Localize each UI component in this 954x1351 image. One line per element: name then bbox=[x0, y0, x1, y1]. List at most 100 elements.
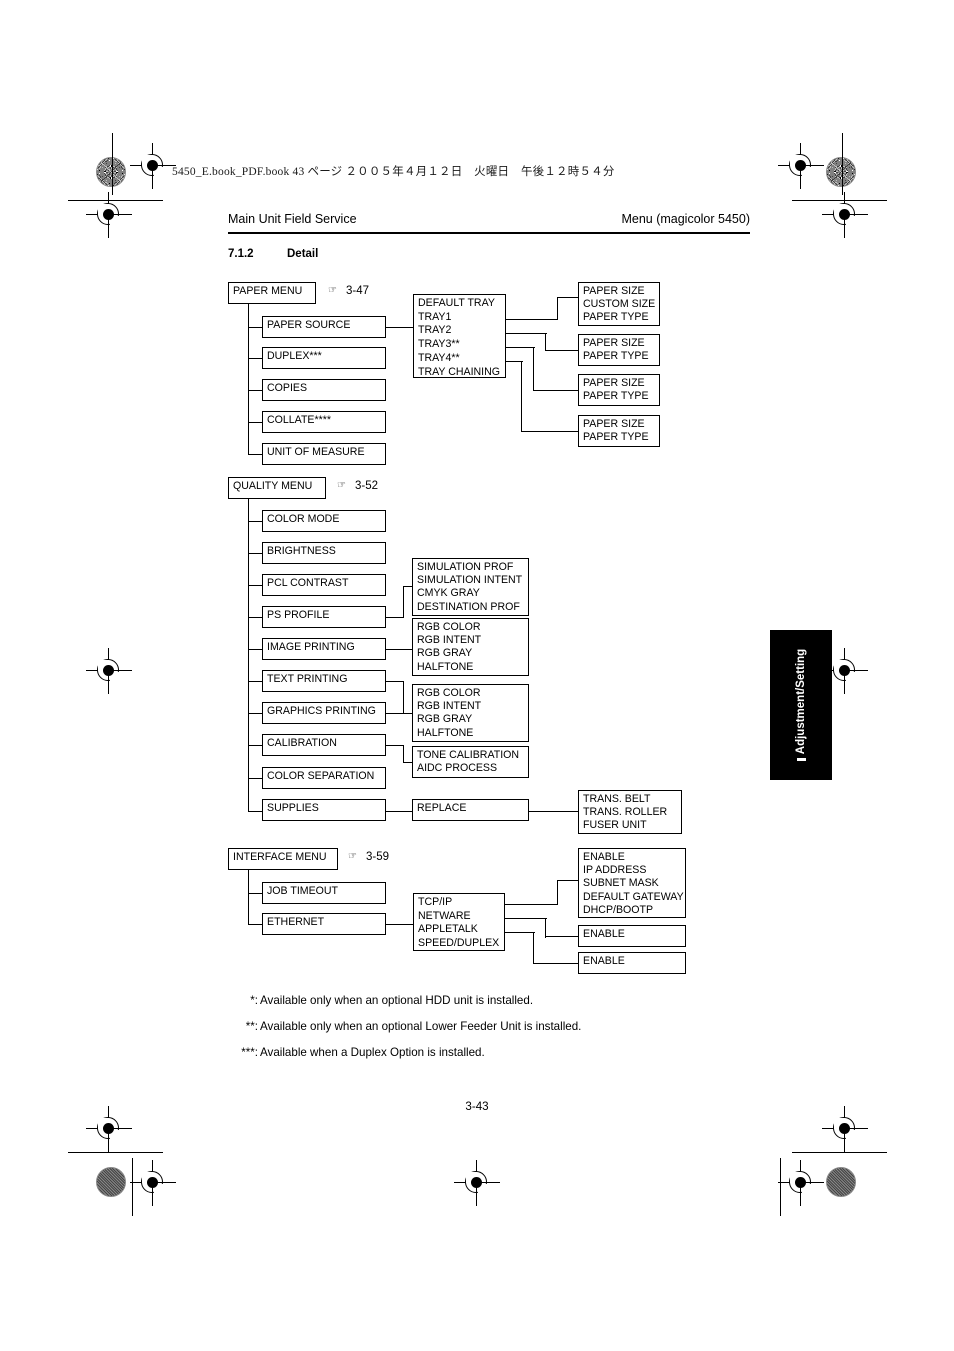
node-paper-menu: PAPER MENU bbox=[228, 282, 316, 304]
footnote-text: Available only when an optional Lower Fe… bbox=[260, 1019, 582, 1033]
node-text-graphics-detail: RGB COLOR RGB INTENT RGB GRAY HALFTONE bbox=[412, 684, 529, 742]
node-color-mode: COLOR MODE bbox=[262, 510, 386, 532]
quality-stub-3 bbox=[248, 617, 263, 619]
graphics-printing-route-h bbox=[386, 713, 404, 715]
node-calibration: CALIBRATION bbox=[262, 734, 386, 756]
node-pcl-contrast: PCL CONTRAST bbox=[262, 574, 386, 596]
pointing-hand-icon: ☞ bbox=[337, 480, 346, 491]
quality-stub-4 bbox=[248, 649, 263, 651]
print-file-stamp: 5450_E.book_PDF.book 43 ページ ２００５年４月１２日 火… bbox=[172, 166, 615, 178]
footnote-marker: ***: bbox=[241, 1045, 258, 1059]
node-supplies: SUPPLIES bbox=[262, 799, 386, 821]
footnote-row: *: Available only when an optional HDD un… bbox=[228, 988, 748, 1014]
footnote-marker: **: bbox=[245, 1019, 258, 1033]
side-thumb-tab-label: Adjustment/Setting bbox=[795, 648, 807, 755]
node-text-printing: TEXT PRINTING bbox=[262, 670, 386, 692]
quality-stub-0 bbox=[248, 521, 263, 523]
tcpip-route-h2 bbox=[557, 880, 579, 882]
node-ethernet: ETHERNET bbox=[262, 913, 386, 935]
node-color-separation: COLOR SEPARATION bbox=[262, 767, 386, 789]
paper-stub-1 bbox=[248, 358, 263, 360]
interface-menu-page-number: 3-59 bbox=[365, 851, 389, 863]
node-quality-menu: QUALITY MENU bbox=[228, 477, 326, 499]
quality-stub-9 bbox=[248, 811, 263, 813]
node-collate: COLLATE**** bbox=[262, 411, 386, 433]
paper-stub-3 bbox=[248, 422, 263, 424]
header-right-title: Menu (magicolor 5450) bbox=[621, 212, 750, 226]
text-printing-route-h bbox=[386, 681, 404, 683]
paper-menu-page-number: 3-47 bbox=[345, 285, 369, 297]
node-duplex: DUPLEX*** bbox=[262, 347, 386, 369]
node-copies: COPIES bbox=[262, 379, 386, 401]
header-left-title: Main Unit Field Service bbox=[228, 212, 357, 226]
node-tray1-detail: PAPER SIZE CUSTOM SIZE PAPER TYPE bbox=[578, 282, 660, 326]
quality-stub-7 bbox=[248, 745, 263, 747]
quality-stub-2 bbox=[248, 585, 263, 587]
calibration-route-h1 bbox=[386, 745, 404, 747]
tab-bullet-icon bbox=[796, 758, 806, 762]
quality-stub-5 bbox=[248, 681, 263, 683]
node-ethernet-protocol-group: TCP/IP NETWARE APPLETALK SPEED/DUPLEX bbox=[413, 893, 505, 951]
node-netware-detail: ENABLE bbox=[578, 925, 686, 947]
appletalk-route-v bbox=[533, 932, 535, 964]
footnote-marker: *: bbox=[250, 994, 258, 1007]
ethernet-to-group bbox=[386, 924, 414, 926]
footnote-row: **: Available only when an optional Lower… bbox=[228, 1014, 748, 1040]
node-ps-profile: PS PROFILE bbox=[262, 606, 386, 628]
header-rule bbox=[228, 232, 750, 235]
document-page: 5450_E.book_PDF.book 43 ページ ２００５年４月１２日 火… bbox=[0, 0, 954, 1351]
node-graphics-printing: GRAPHICS PRINTING bbox=[262, 702, 386, 724]
appletalk-route-h2 bbox=[533, 963, 579, 965]
interface-trunk bbox=[248, 870, 250, 925]
quality-stub-8 bbox=[248, 778, 263, 780]
side-thumb-tab: Adjustment/Setting bbox=[770, 630, 832, 780]
node-tcpip-detail: ENABLE IP ADDRESS SUBNET MASK DEFAULT GA… bbox=[578, 848, 686, 918]
page-folio: 3-43 bbox=[465, 1100, 489, 1113]
node-tray3-detail: PAPER SIZE PAPER TYPE bbox=[578, 374, 660, 406]
footnote-row: ***: Available when a Duplex Option is in… bbox=[228, 1040, 748, 1066]
tray2-route-v bbox=[545, 333, 547, 351]
node-brightness: BRIGHTNESS bbox=[262, 542, 386, 564]
calibration-route-v bbox=[403, 745, 405, 763]
tcpip-route-v bbox=[557, 880, 559, 905]
footnote-text: Available when a Duplex Option is instal… bbox=[260, 1045, 485, 1059]
netware-route-h2 bbox=[545, 936, 579, 938]
paper-source-to-tray-group bbox=[386, 327, 414, 329]
page-header: Main Unit Field Service Menu (magicolor … bbox=[228, 212, 750, 226]
node-interface-menu: INTERFACE MENU bbox=[228, 848, 338, 870]
ps-profile-route-v bbox=[403, 586, 405, 618]
tray1-route-v bbox=[557, 297, 559, 320]
tray4-route-v bbox=[521, 361, 523, 432]
node-appletalk-detail: ENABLE bbox=[578, 952, 686, 974]
footnotes: *: Available only when an optional HDD un… bbox=[228, 988, 748, 1065]
quality-trunk bbox=[248, 499, 250, 811]
node-tray2-detail: PAPER SIZE PAPER TYPE bbox=[578, 334, 660, 366]
node-ps-profile-detail: SIMULATION PROF SIMULATION INTENT CMYK G… bbox=[412, 558, 529, 616]
node-tray4-detail: PAPER SIZE PAPER TYPE bbox=[578, 415, 660, 447]
replace-to-trans bbox=[529, 811, 579, 813]
image-printing-route bbox=[386, 649, 413, 651]
supplies-to-replace bbox=[386, 811, 413, 813]
footnote-text: Available only when an optional HDD unit… bbox=[260, 994, 534, 1007]
interface-stub-0 bbox=[248, 893, 263, 895]
paper-stub-0 bbox=[248, 327, 263, 329]
node-job-timeout: JOB TIMEOUT bbox=[262, 882, 386, 904]
node-replace-detail: TRANS. BELT TRANS. ROLLER FUSER UNIT bbox=[578, 790, 682, 834]
side-thumb-tab-inner: Adjustment/Setting bbox=[770, 630, 832, 780]
tray3-route-h2 bbox=[533, 390, 579, 392]
section-number: 7.1.2 bbox=[228, 248, 254, 260]
tray1-route-h2 bbox=[557, 297, 579, 299]
text-graphics-merge-v bbox=[403, 681, 405, 714]
tray2-route-h2 bbox=[545, 350, 579, 352]
tray4-route-h2 bbox=[521, 431, 579, 433]
paper-stub-2 bbox=[248, 390, 263, 392]
pointing-hand-icon: ☞ bbox=[328, 285, 337, 296]
quality-stub-6 bbox=[248, 713, 263, 715]
quality-stub-1 bbox=[248, 553, 263, 555]
ps-profile-route-h1 bbox=[386, 617, 404, 619]
interface-menu-page-ref: ☞ 3-59 bbox=[348, 851, 389, 863]
paper-stub-4 bbox=[248, 454, 263, 456]
interface-stub-1 bbox=[248, 924, 263, 926]
section-title: Detail bbox=[287, 248, 319, 260]
quality-menu-page-ref: ☞ 3-52 bbox=[337, 480, 378, 492]
